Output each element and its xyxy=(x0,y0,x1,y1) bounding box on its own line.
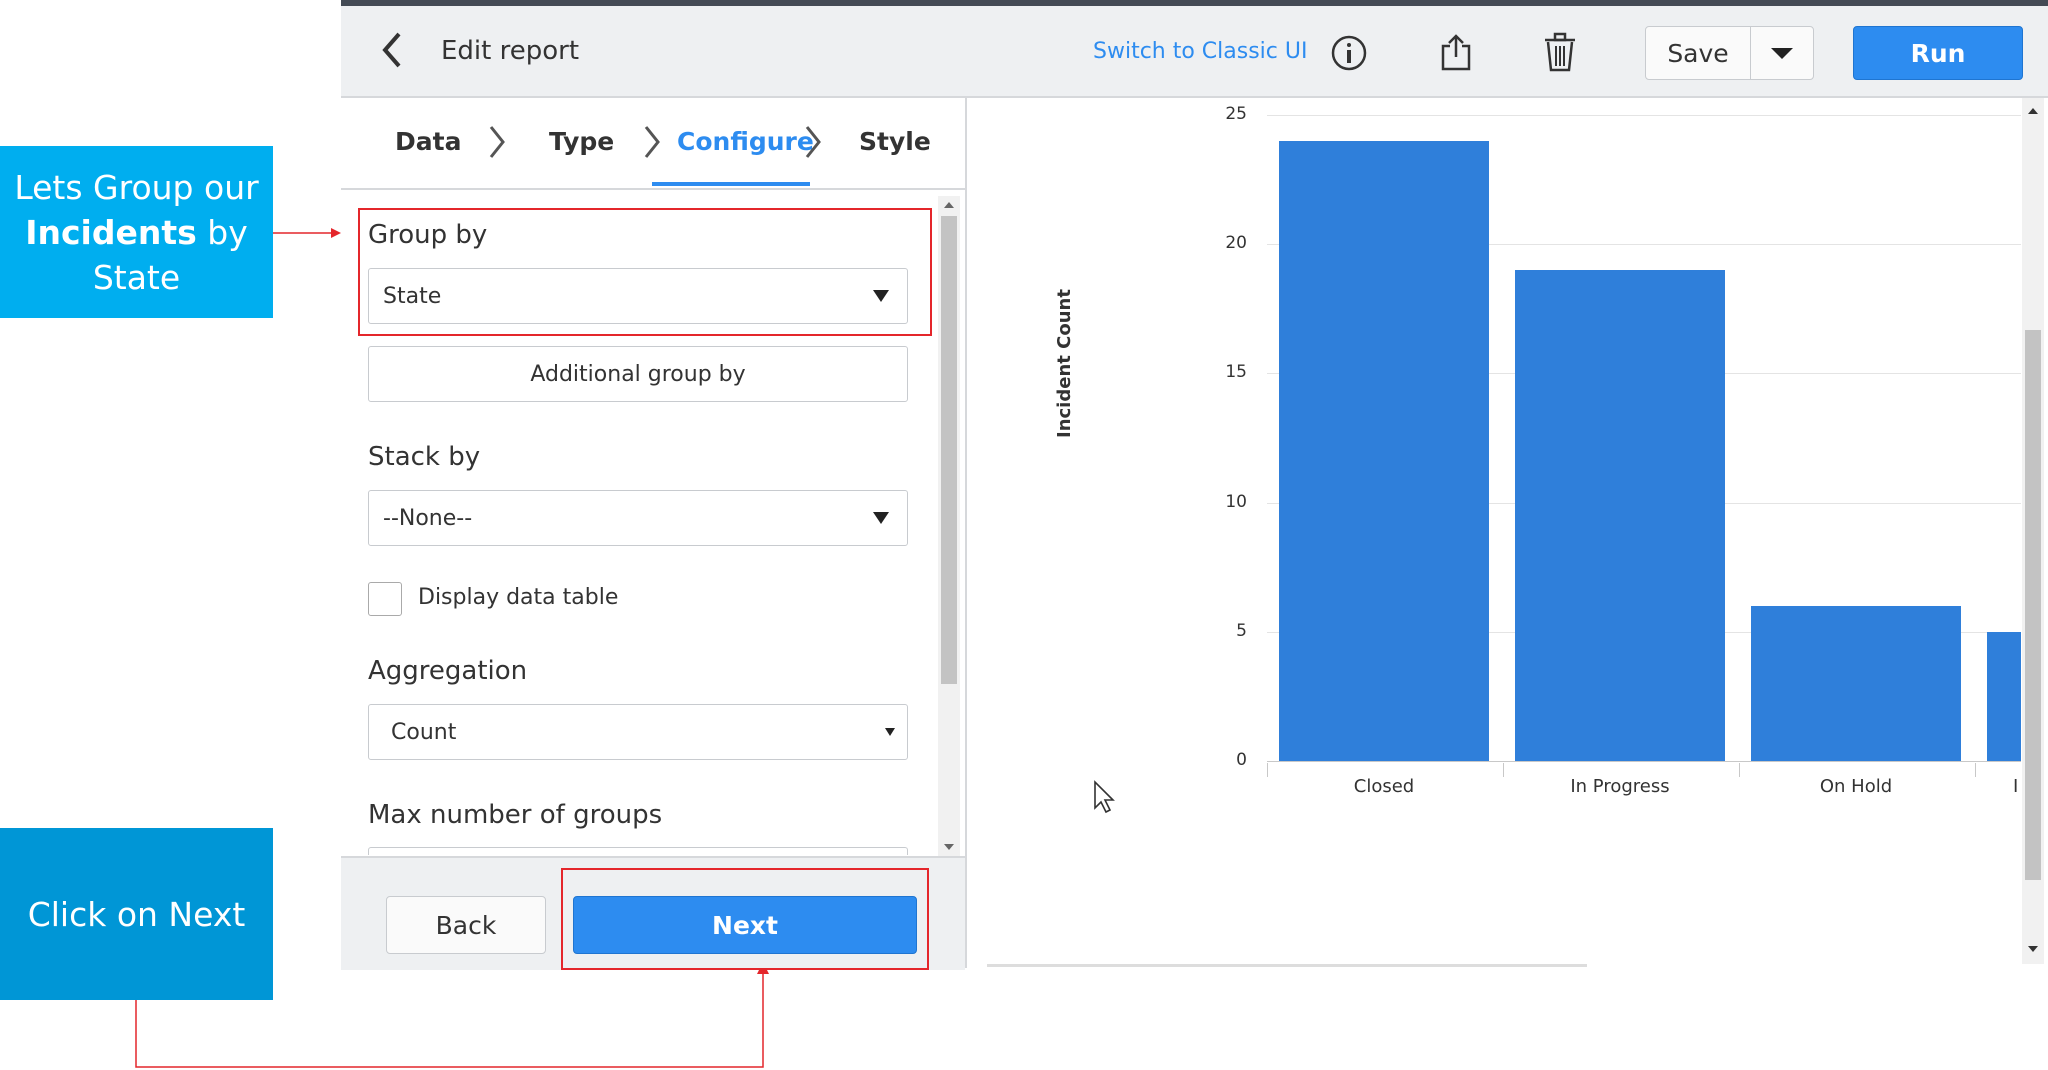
bar-on-hold[interactable] xyxy=(1751,605,1961,761)
info-icon[interactable] xyxy=(1330,34,1368,72)
scroll-up-arrow-icon[interactable] xyxy=(2028,108,2038,114)
dropdown-caret-icon xyxy=(885,728,895,736)
gridline xyxy=(1267,761,2021,762)
callout-arrow-group xyxy=(273,228,341,238)
y-tick-label: 25 xyxy=(1225,104,1247,124)
scrollbar-thumb[interactable] xyxy=(941,216,957,684)
y-tick-label: 20 xyxy=(1225,233,1247,254)
additional-group-by-button[interactable]: Additional group by xyxy=(368,346,908,402)
page-title: Edit report xyxy=(441,36,580,66)
header-bar: Edit report Switch to Classic UI Save Ru… xyxy=(341,6,2048,98)
scrollbar-thumb[interactable] xyxy=(2025,330,2041,880)
trash-icon[interactable] xyxy=(1543,32,1577,72)
scroll-down-arrow-icon[interactable] xyxy=(2028,946,2038,952)
callout-text: Lets Group our xyxy=(14,167,259,207)
stack-by-label: Stack by xyxy=(368,442,481,472)
group-by-highlight xyxy=(358,208,932,336)
panel-scrollbar[interactable] xyxy=(938,196,960,856)
stack-by-value: --None-- xyxy=(383,505,473,531)
scroll-down-arrow-icon[interactable] xyxy=(944,844,954,850)
display-data-table-label: Display data table xyxy=(418,585,619,610)
aggregation-label: Aggregation xyxy=(368,656,528,686)
callout-group-by-state: Lets Group our Incidents by State xyxy=(0,146,273,318)
scroll-up-arrow-icon[interactable] xyxy=(944,202,954,208)
y-tick-label: 0 xyxy=(1236,750,1247,770)
chevron-right-icon xyxy=(487,124,507,160)
aggregation-select[interactable]: Count xyxy=(368,704,908,760)
gridline xyxy=(1267,115,2021,116)
x-tick-mark xyxy=(1267,763,1268,777)
dropdown-caret-icon xyxy=(873,512,889,524)
active-tab-underline xyxy=(652,182,810,186)
tab-data[interactable]: Data xyxy=(395,127,461,156)
x-tick-mark xyxy=(1975,763,1976,777)
tab-style[interactable]: Style xyxy=(859,127,931,156)
callout-arrow-next xyxy=(135,962,769,1068)
next-button-highlight xyxy=(561,868,929,970)
callout-bold-text: Incidents xyxy=(25,212,197,252)
x-tick-label: In Progress xyxy=(1570,776,1670,797)
x-tick-label: On Hold xyxy=(1819,776,1893,797)
back-chevron-icon[interactable] xyxy=(379,30,405,70)
wizard-tabs: Data Type Configure Style xyxy=(341,98,965,190)
save-button[interactable]: Save xyxy=(1645,26,1751,80)
panel-footer: Back Next xyxy=(341,856,965,970)
aggregation-value: Count xyxy=(391,719,457,745)
bar-closed[interactable] xyxy=(1279,140,1489,761)
chart-scrollbar[interactable] xyxy=(2022,98,2044,964)
switch-classic-ui-link[interactable]: Switch to Classic UI xyxy=(1093,39,1307,64)
bar-i[interactable] xyxy=(1987,631,2021,761)
x-tick-label: Closed xyxy=(1353,776,1415,797)
save-options-dropdown[interactable] xyxy=(1750,26,1814,80)
mouse-cursor-icon xyxy=(1093,780,1117,814)
tab-configure[interactable]: Configure xyxy=(677,127,814,156)
chart-bottom-border xyxy=(987,964,1587,967)
chevron-right-icon xyxy=(803,124,823,160)
chart-preview: Incident Count 0 5 10 15 20 25 Closed In Progre… xyxy=(967,98,2048,968)
y-tick-label: 5 xyxy=(1236,620,1247,641)
config-panel: Data Type Configure Style Group by State… xyxy=(341,98,967,970)
max-groups-input-partial[interactable] xyxy=(368,847,908,855)
tab-type[interactable]: Type xyxy=(549,127,614,156)
run-button[interactable]: Run xyxy=(1853,26,2023,80)
chevron-down-icon xyxy=(1771,47,1793,59)
chevron-right-icon xyxy=(642,124,662,160)
max-groups-label: Max number of groups xyxy=(368,800,663,830)
bar-chart: 0 5 10 15 20 25 Closed In Progress On Hold I xyxy=(967,98,2048,968)
x-tick-mark xyxy=(1503,763,1504,777)
back-button[interactable]: Back xyxy=(386,896,546,954)
share-icon[interactable] xyxy=(1440,32,1472,72)
callout-next-text: Click on Next xyxy=(27,894,246,934)
display-data-table-checkbox[interactable] xyxy=(368,582,402,616)
stack-by-select[interactable]: --None-- xyxy=(368,490,908,546)
y-tick-label: 10 xyxy=(1225,491,1247,512)
report-editor-window: Edit report Switch to Classic UI Save Ru… xyxy=(341,0,2048,970)
y-tick-label: 15 xyxy=(1225,362,1247,383)
x-tick-mark xyxy=(1739,763,1740,777)
bar-in-progress[interactable] xyxy=(1515,270,1725,761)
